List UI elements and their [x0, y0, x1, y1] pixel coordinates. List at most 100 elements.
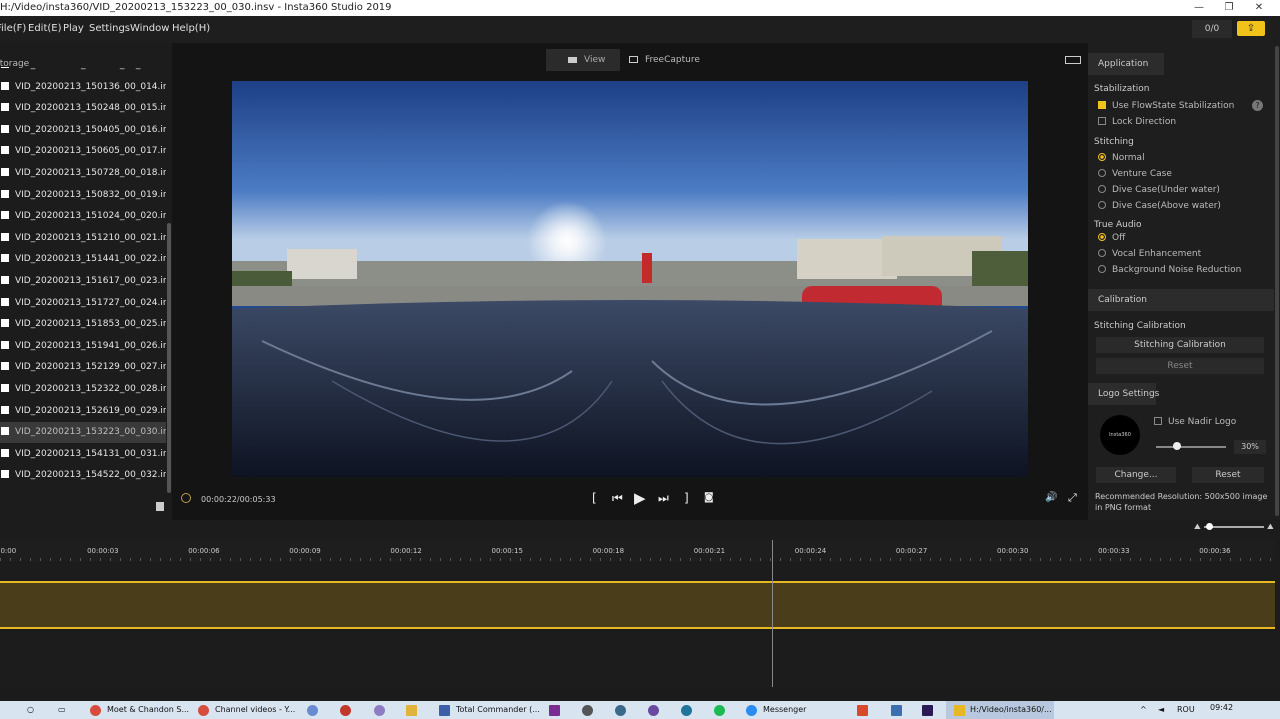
trash-icon[interactable] [156, 502, 164, 511]
taskbar-item-chrome-2[interactable]: Channel videos - Y... [215, 705, 295, 714]
menu-help[interactable]: Help(H) [172, 23, 210, 34]
clock[interactable]: 09:42 [1210, 703, 1233, 712]
stitching-option-dive-above[interactable]: Dive Case(Above water) [1098, 201, 1221, 211]
app-icon[interactable] [615, 705, 626, 716]
zoom-out-icon[interactable]: ⛰ [1194, 522, 1201, 532]
taskbar-item-total-commander[interactable]: Total Commander (... [456, 705, 540, 714]
file-list-item[interactable]: VID_20200213_150832_00_019.insv [0, 185, 166, 206]
aspect-ratio-icon[interactable] [1065, 56, 1081, 64]
logo-reset-button[interactable]: Reset [1192, 467, 1264, 483]
file-list-item[interactable]: VID_20200213_151441_00_022.insv [0, 249, 166, 270]
file-list-item[interactable]: VID_20200213_154131_00_031.insv [0, 444, 166, 465]
lock-direction-checkbox[interactable]: Lock Direction [1098, 117, 1176, 127]
file-list-item[interactable]: VID_20200213_150405_00_016.insv [0, 120, 166, 141]
menu-window[interactable]: Window [130, 23, 169, 34]
app-icon[interactable] [857, 705, 868, 716]
play-icon[interactable]: ▶ [634, 489, 646, 507]
file-list-scrollbar[interactable] [167, 223, 171, 493]
snapshot-icon[interactable]: ◙ [704, 492, 714, 503]
spotify-icon[interactable] [714, 705, 725, 716]
file-list-item[interactable]: VID_20200213_154522_00_032.insv [0, 465, 166, 486]
maximize-button[interactable]: ❐ [1215, 0, 1243, 16]
tray-chevron-icon[interactable]: ^ [1140, 705, 1147, 714]
menu-file[interactable]: File(F) [0, 23, 26, 34]
timeline-video-track[interactable] [0, 581, 1275, 629]
file-list-item[interactable]: VID_20200213_151210_00_021.insv [0, 228, 166, 249]
wordpress-icon[interactable] [681, 705, 692, 716]
volume-tray-icon[interactable]: ◄ [1158, 705, 1164, 714]
use-nadir-logo-checkbox[interactable]: Use Nadir Logo [1154, 417, 1236, 427]
zoom-in-icon[interactable]: ⛰ [1267, 522, 1274, 532]
mark-in-icon[interactable]: [ [592, 491, 597, 505]
menu-settings[interactable]: Settings [89, 23, 130, 34]
task-view-icon[interactable]: ▭ [58, 705, 66, 714]
stitching-calibration-button[interactable]: Stitching Calibration [1096, 337, 1264, 353]
stitching-option-venture[interactable]: Venture Case [1098, 169, 1172, 179]
logo-size-slider[interactable] [1156, 446, 1226, 448]
video-preview[interactable] [232, 81, 1028, 477]
change-logo-button[interactable]: Change... [1096, 467, 1176, 483]
close-button[interactable]: ✕ [1245, 0, 1273, 16]
app-icon[interactable] [891, 705, 902, 716]
file-list-item[interactable]: VID_20200213_152129_00_027.insv [0, 357, 166, 378]
audio-off-label: Off [1112, 233, 1126, 243]
file-list-item[interactable]: VID_20200213_152322_00_028.insv [0, 379, 166, 400]
export-button[interactable]: ⇪ [1237, 21, 1265, 36]
search-icon[interactable]: ○ [27, 705, 34, 714]
file-list-item[interactable]: VID_20200213_153223_00_030.insv [0, 422, 166, 444]
logo-size-value[interactable]: 30% [1234, 440, 1266, 454]
help-icon[interactable]: ? [1252, 100, 1263, 111]
taskbar-item-messenger[interactable]: Messenger [763, 705, 806, 714]
file-list-item[interactable]: VID_20200213_151024_00_020.insv [0, 206, 166, 227]
app-icon[interactable] [374, 705, 385, 716]
file-list-item[interactable]: VID_20200213_150728_00_018.insv [0, 163, 166, 184]
file-list-item[interactable]: VID_20200213_150248_00_015.insv [0, 98, 166, 119]
menu-edit[interactable]: Edit(E) [28, 23, 62, 34]
folder-icon[interactable] [406, 705, 417, 716]
tab-view[interactable]: View [546, 49, 620, 71]
timeline-playhead[interactable] [772, 540, 773, 687]
minimize-button[interactable]: — [1185, 0, 1213, 16]
previous-icon[interactable]: ⏮ [612, 491, 623, 506]
flowstate-checkbox[interactable]: Use FlowState Stabilization [1098, 101, 1234, 111]
audio-option-noise[interactable]: Background Noise Reduction [1098, 265, 1241, 275]
file-list-item[interactable]: VID_20200213_150605_00_017.insv [0, 141, 166, 162]
mark-out-icon[interactable]: ] [684, 491, 689, 505]
app-icon[interactable] [307, 705, 318, 716]
timeline-zoom-slider[interactable] [1204, 526, 1264, 528]
calibration-reset-button[interactable]: Reset [1096, 358, 1264, 374]
file-list-item[interactable]: VID_20200213_150136_00_014.insv [0, 77, 166, 98]
tab-logo-settings[interactable]: Logo Settings [1088, 383, 1159, 405]
timeline-zoom-knob[interactable] [1206, 523, 1213, 530]
stitching-option-dive-under[interactable]: Dive Case(Under water) [1098, 185, 1220, 195]
file-list-item[interactable]: VID_20200213_151853_00_025.insv [0, 314, 166, 335]
file-list-item[interactable]: VID_20200213_152619_00_029.insv [0, 401, 166, 422]
timeline-tick-mark [1250, 558, 1251, 561]
app-icon[interactable] [340, 705, 351, 716]
taskbar-item-chrome-1[interactable]: Moet & Chandon S... [107, 705, 189, 714]
file-list-item[interactable]: VID_20200213_151941_00_026.insv [0, 336, 166, 357]
app-icon[interactable] [582, 705, 593, 716]
app-icon[interactable] [648, 705, 659, 716]
gyro-icon[interactable] [181, 493, 191, 503]
file-list-item[interactable]: VID_20200213_151727_00_024.insv [0, 293, 166, 314]
volume-icon[interactable]: 🔊 [1045, 492, 1057, 503]
tab-application[interactable]: Application [1088, 53, 1164, 75]
fullscreen-icon[interactable]: ⤢ [1068, 491, 1077, 505]
audio-option-off[interactable]: Off [1098, 233, 1125, 243]
settings-panel-scrollbar[interactable] [1275, 46, 1279, 516]
onenote-icon[interactable] [549, 705, 560, 716]
tab-calibration[interactable]: Calibration [1088, 289, 1274, 311]
file-list-item[interactable]: VID_20200213_145921_00_013.insv [0, 67, 166, 76]
file-list-item[interactable]: VID_20200213_151617_00_023.insv [0, 271, 166, 292]
premiere-icon[interactable] [922, 705, 933, 716]
audio-option-vocal[interactable]: Vocal Enhancement [1098, 249, 1201, 259]
timeline-ruler[interactable]: 00:00 00:00:03 00:00:06 00:00:09 00:00:12 00:… [0, 540, 1275, 562]
menu-play[interactable]: Play [63, 23, 84, 34]
stitching-option-normal[interactable]: Normal [1098, 153, 1145, 163]
logo-size-slider-knob[interactable] [1173, 442, 1181, 450]
language-indicator[interactable]: ROU [1177, 705, 1195, 714]
taskbar-item-active[interactable]: H:/Video/insta360/... [946, 701, 1054, 719]
tab-freecapture[interactable]: FreeCapture [629, 49, 709, 71]
next-icon[interactable]: ⏭ [658, 491, 669, 506]
